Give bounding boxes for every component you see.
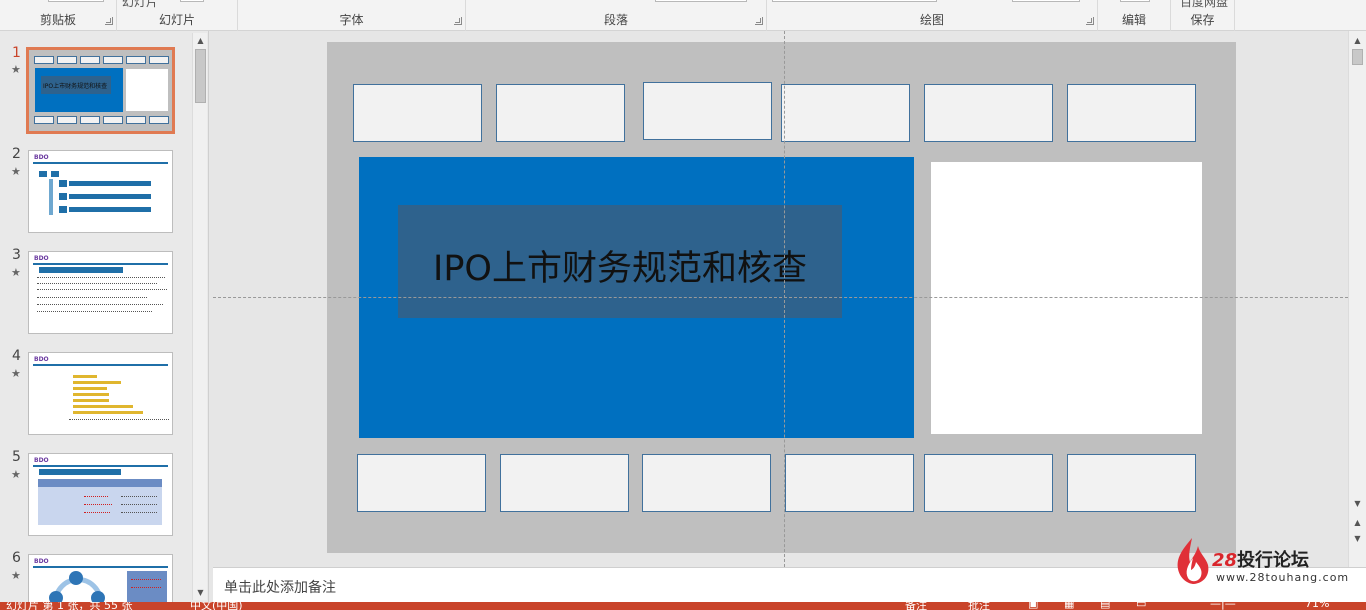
slide-box[interactable]: [1067, 84, 1196, 142]
paragraph-launcher-icon[interactable]: [755, 17, 763, 25]
scrollbar-thumb[interactable]: [1352, 49, 1363, 65]
horizontal-guide[interactable]: [213, 297, 1348, 298]
group-label-editing: 编辑: [1121, 13, 1146, 27]
animation-star-icon: ★: [11, 266, 21, 279]
ribbon-group-editing: 编辑: [1098, 0, 1171, 31]
watermark-brand: 28投行论坛: [1212, 546, 1309, 572]
thumbnail-pane: 1 ★ IPO上市财务规范和核查 2 ★ BDO 3 ★ BDO 4 ★ BDO…: [0, 31, 209, 602]
language-status[interactable]: 中文(中国): [190, 602, 243, 610]
slide-box[interactable]: [500, 454, 629, 512]
group-label-font: 字体: [339, 13, 364, 27]
bdo-logo: BDO: [34, 558, 49, 565]
group-label-save: 保存: [1190, 13, 1215, 27]
slide-scrollbar[interactable]: ▲ ▼ ▲ ▼: [1348, 31, 1366, 567]
group-label-paragraph: 段落: [603, 13, 628, 27]
slide-thumbnail-6[interactable]: BDO: [28, 554, 173, 602]
slide-box[interactable]: [785, 454, 914, 512]
slide-box[interactable]: [781, 84, 910, 142]
scroll-down-icon[interactable]: ▼: [193, 585, 208, 600]
slide-count-status[interactable]: 幻灯片 第 1 张，共 55 张: [6, 602, 132, 610]
slide-box[interactable]: [924, 454, 1053, 512]
slide-thumbnail-3[interactable]: BDO: [28, 251, 173, 334]
slide-number: 6: [12, 550, 21, 566]
slide-thumbnail-1[interactable]: IPO上市财务规范和核查: [26, 47, 175, 134]
previous-slide-icon[interactable]: ▲: [1350, 515, 1365, 530]
slideshow-icon[interactable]: ▭: [1136, 602, 1146, 610]
thumb-top-boxes: [34, 56, 170, 64]
bdo-logo: BDO: [34, 255, 49, 262]
white-panel[interactable]: [931, 162, 1202, 434]
bdo-logo: BDO: [34, 457, 49, 464]
ribbon: 幻灯片 百度网盘 剪贴板 幻灯片 字体 段落 绘图 编辑 保存: [0, 0, 1366, 31]
group-label-clipboard: 剪贴板: [39, 13, 76, 27]
slide-thumbnail-2[interactable]: BDO: [28, 150, 173, 233]
group-label-drawing: 绘图: [919, 13, 944, 27]
ribbon-group-clipboard: 剪贴板: [0, 0, 117, 31]
ribbon-group-save: 保存: [1171, 0, 1235, 31]
ribbon-group-slides: 幻灯片: [117, 0, 238, 31]
ribbon-group-drawing: 绘图: [767, 0, 1098, 31]
slide-box[interactable]: [357, 454, 486, 512]
animation-star-icon: ★: [11, 165, 21, 178]
thumb-bottom-boxes: [34, 116, 170, 124]
thumbnail-scrollbar[interactable]: ▲ ▼: [192, 33, 207, 600]
watermark-number: 28: [1212, 550, 1238, 571]
notes-toggle-button[interactable]: 备注: [905, 602, 927, 610]
thumb-white-panel: [126, 69, 168, 111]
vertical-guide[interactable]: [784, 31, 785, 567]
flame-logo-icon: [1177, 538, 1209, 584]
scroll-up-icon[interactable]: ▲: [1350, 33, 1365, 48]
group-label-slides: 幻灯片: [158, 13, 195, 27]
font-launcher-icon[interactable]: [454, 17, 462, 25]
notes-placeholder[interactable]: 单击此处添加备注: [224, 577, 336, 597]
slide-thumbnail-4[interactable]: BDO: [28, 352, 173, 435]
animation-star-icon: ★: [11, 569, 21, 582]
slide-number: 2: [12, 146, 21, 162]
zoom-level[interactable]: 71%: [1305, 602, 1329, 610]
title-placeholder[interactable]: IPO上市财务规范和核查: [398, 205, 842, 318]
scroll-down-icon[interactable]: ▼: [1350, 496, 1365, 511]
scroll-up-icon[interactable]: ▲: [193, 33, 208, 48]
ribbon-group-paragraph: 段落: [466, 0, 767, 31]
slide-box[interactable]: [496, 84, 625, 142]
normal-view-icon[interactable]: ▣: [1028, 602, 1038, 610]
slide-box[interactable]: [642, 454, 771, 512]
comments-toggle-button[interactable]: 批注: [968, 602, 990, 610]
zoom-slider[interactable]: —|—: [1210, 602, 1236, 610]
animation-star-icon: ★: [11, 63, 21, 76]
slide-thumbnail-5[interactable]: BDO: [28, 453, 173, 536]
ribbon-group-font: 字体: [238, 0, 466, 31]
slide-number: 3: [12, 247, 21, 263]
bdo-logo: BDO: [34, 154, 49, 161]
watermark-brand-name: 投行论坛: [1237, 550, 1310, 571]
slide-number: 5: [12, 449, 21, 465]
status-bar: 幻灯片 第 1 张，共 55 张 中文(中国) 备注 批注 ▣ ▦ ▤ ▭ —|…: [0, 602, 1366, 610]
slide-editing-area: IPO上市财务规范和核查: [213, 31, 1348, 567]
bdo-logo: BDO: [34, 356, 49, 363]
reading-view-icon[interactable]: ▤: [1100, 602, 1110, 610]
slide-box[interactable]: [353, 84, 482, 142]
slide-box[interactable]: [643, 82, 772, 140]
scrollbar-thumb[interactable]: [195, 49, 206, 103]
animation-star-icon: ★: [11, 367, 21, 380]
drawing-launcher-icon[interactable]: [1086, 17, 1094, 25]
watermark-url: www.28touhang.com: [1216, 571, 1350, 584]
animation-star-icon: ★: [11, 468, 21, 481]
site-watermark: 28投行论坛 www.28touhang.com: [1170, 536, 1350, 586]
powerpoint-window: 幻灯片 百度网盘 剪贴板 幻灯片 字体 段落 绘图 编辑 保存 1 ★ IPO上…: [0, 0, 1366, 610]
slide-box[interactable]: [1067, 454, 1196, 512]
slide-number: 1: [12, 45, 21, 61]
thumb-blue-panel: IPO上市财务规范和核查: [35, 68, 123, 112]
thumb-title: IPO上市财务规范和核查: [43, 83, 108, 90]
clipboard-launcher-icon[interactable]: [105, 17, 113, 25]
next-slide-icon[interactable]: ▼: [1350, 531, 1365, 546]
slide-number: 4: [12, 348, 21, 364]
slide-sorter-icon[interactable]: ▦: [1064, 602, 1074, 610]
slide-box[interactable]: [924, 84, 1053, 142]
slide-title[interactable]: IPO上市财务规范和核查: [398, 240, 842, 291]
